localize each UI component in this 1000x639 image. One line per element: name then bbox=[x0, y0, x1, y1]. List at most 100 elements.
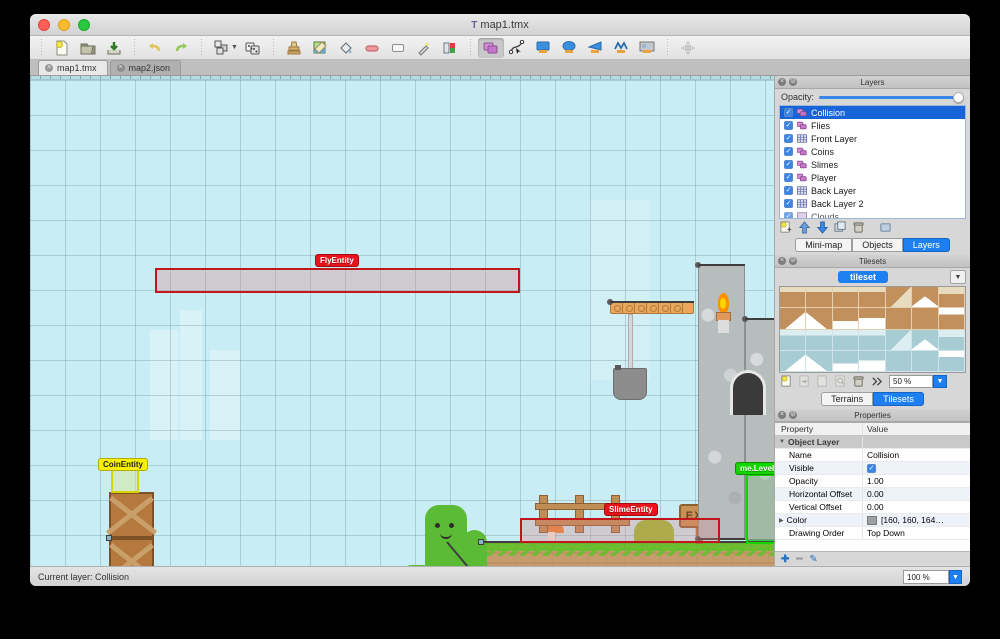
zoom-input[interactable]: 100 % bbox=[903, 569, 949, 584]
object-label-slime[interactable]: SlimeEntity bbox=[604, 503, 658, 516]
tile-cell[interactable] bbox=[859, 287, 886, 309]
tileset-zoom-input[interactable]: 50 % bbox=[889, 375, 933, 388]
insert-tile-button[interactable] bbox=[634, 38, 660, 58]
tile-cell[interactable] bbox=[912, 287, 939, 309]
property-value[interactable]: Top Down bbox=[863, 527, 970, 539]
tile-cell[interactable] bbox=[859, 308, 886, 330]
new-map-button[interactable] bbox=[49, 38, 75, 58]
properties-group-row[interactable]: ▼ Object Layer bbox=[775, 436, 970, 449]
rectangle-select-button[interactable] bbox=[385, 38, 411, 58]
tileset-tile-grid[interactable] bbox=[779, 286, 966, 373]
tile-cell[interactable] bbox=[780, 350, 807, 372]
magic-wand-button[interactable] bbox=[411, 38, 437, 58]
lower-layer-button[interactable] bbox=[815, 221, 830, 235]
tile-cell[interactable] bbox=[938, 350, 965, 372]
layer-row-back-layer-2[interactable]: ✓ Back Layer 2 bbox=[780, 197, 965, 210]
layer-visible-checkbox[interactable]: ✓ bbox=[784, 147, 793, 156]
open-button[interactable] bbox=[75, 38, 101, 58]
terrain-brush-button[interactable] bbox=[307, 38, 333, 58]
slider-knob[interactable] bbox=[953, 91, 964, 103]
remove-property-button[interactable]: ━ bbox=[796, 554, 802, 565]
layer-row-player[interactable]: ✓ Player bbox=[780, 171, 965, 184]
tile-cell[interactable] bbox=[806, 308, 833, 330]
property-row-opacity[interactable]: Opacity 1.00 bbox=[775, 475, 970, 488]
rename-property-button[interactable]: ✎ bbox=[809, 554, 817, 565]
opacity-slider[interactable] bbox=[819, 91, 964, 103]
delete-layer-button[interactable] bbox=[851, 221, 866, 235]
chevron-right-icon[interactable]: ▶ bbox=[779, 517, 784, 524]
save-button[interactable] bbox=[101, 38, 127, 58]
tile-cell[interactable] bbox=[859, 350, 886, 372]
fly-entity-object[interactable] bbox=[155, 268, 520, 293]
property-row-vertical-offset[interactable]: Vertical Offset 0.00 bbox=[775, 501, 970, 514]
select-same-tile-button[interactable] bbox=[437, 38, 463, 58]
tileset-dropdown-button[interactable]: ▼ bbox=[949, 270, 966, 284]
object-label-fly[interactable]: FlyEntity bbox=[315, 254, 359, 267]
layer-row-slimes[interactable]: ✓ Slimes bbox=[780, 158, 965, 171]
tile-cell[interactable] bbox=[938, 308, 965, 330]
layer-visible-checkbox[interactable]: ✓ bbox=[784, 134, 793, 143]
select-objects-button[interactable] bbox=[477, 37, 504, 58]
insert-ellipse-button[interactable] bbox=[556, 38, 582, 58]
map-canvas[interactable]: EXIT bbox=[30, 80, 774, 566]
bucket-fill-button[interactable] bbox=[333, 38, 359, 58]
tile-cell[interactable] bbox=[885, 287, 913, 309]
layer-row-clouds[interactable]: ✓ Clouds bbox=[780, 210, 965, 218]
object-label-coin[interactable]: CoinEntity bbox=[98, 458, 148, 471]
tile-cell[interactable] bbox=[780, 308, 807, 330]
inspect-tileset-button[interactable] bbox=[833, 375, 848, 389]
layer-visible-checkbox[interactable]: ✓ bbox=[784, 212, 793, 218]
more-options-button[interactable] bbox=[869, 375, 884, 389]
layer-visible-checkbox[interactable]: ✓ bbox=[784, 186, 793, 195]
tile-cell[interactable] bbox=[780, 329, 807, 351]
property-row-horizontal-offset[interactable]: Horizontal Offset 0.00 bbox=[775, 488, 970, 501]
tab-tilesets[interactable]: Tilesets bbox=[873, 392, 924, 406]
insert-polygon-button[interactable] bbox=[582, 38, 608, 58]
tile-cell[interactable] bbox=[832, 329, 860, 351]
property-row-visible[interactable]: Visible ✓ bbox=[775, 462, 970, 475]
map-view[interactable]: EXIT bbox=[30, 76, 774, 566]
tile-cell[interactable] bbox=[806, 329, 833, 351]
tab-layers[interactable]: Layers bbox=[902, 238, 950, 252]
raise-layer-button[interactable] bbox=[797, 221, 812, 235]
duplicate-layer-button[interactable] bbox=[833, 221, 848, 235]
document-tab-map1[interactable]: × map1.tmx bbox=[38, 60, 108, 75]
tile-cell[interactable] bbox=[780, 287, 807, 309]
slime-entity-object[interactable] bbox=[520, 518, 720, 543]
close-tab-icon[interactable]: × bbox=[116, 64, 125, 72]
tile-cell[interactable] bbox=[912, 308, 939, 330]
layer-list[interactable]: ✓ Collision ✓ Flies ✓ Front Layer ✓ Coin… bbox=[779, 105, 966, 219]
tile-cell[interactable] bbox=[885, 350, 913, 372]
tile-cell[interactable] bbox=[832, 350, 860, 372]
tile-cell[interactable] bbox=[912, 350, 939, 372]
tile-cell[interactable] bbox=[859, 329, 886, 351]
layer-visible-checkbox[interactable]: ✓ bbox=[784, 173, 793, 182]
redo-button[interactable] bbox=[168, 38, 194, 58]
color-swatch[interactable] bbox=[867, 515, 877, 525]
tile-cell[interactable] bbox=[806, 350, 833, 372]
close-tab-icon[interactable]: × bbox=[45, 64, 53, 72]
document-tab-map2[interactable]: × map2.json bbox=[109, 60, 182, 75]
object-handle[interactable] bbox=[106, 535, 112, 541]
remove-tileset-button[interactable] bbox=[851, 375, 866, 389]
insert-rectangle-button[interactable] bbox=[530, 38, 556, 58]
layer-row-collision[interactable]: ✓ Collision bbox=[780, 106, 965, 119]
tileset-name-tab[interactable]: tileset bbox=[837, 271, 888, 283]
layer-visible-checkbox[interactable]: ✓ bbox=[784, 121, 793, 130]
visible-checkbox[interactable]: ✓ bbox=[867, 463, 876, 473]
property-value[interactable]: 0.00 bbox=[863, 501, 970, 513]
insert-polyline-button[interactable] bbox=[608, 38, 634, 58]
tile-cell[interactable] bbox=[912, 329, 939, 351]
object-handle[interactable] bbox=[478, 539, 484, 545]
object-label-level[interactable]: me.LevelEntity bbox=[735, 462, 774, 475]
property-value[interactable]: 1.00 bbox=[863, 475, 970, 487]
property-row-drawing-order[interactable]: Drawing Order Top Down bbox=[775, 527, 970, 540]
level-entity-object[interactable] bbox=[746, 474, 774, 544]
tile-cell[interactable] bbox=[832, 287, 860, 309]
tileset-zoom-dropdown[interactable]: ▼ bbox=[933, 375, 947, 388]
new-layer-button[interactable] bbox=[779, 221, 794, 235]
layer-visible-checkbox[interactable]: ✓ bbox=[784, 108, 793, 117]
stamp-brush-button[interactable] bbox=[281, 38, 307, 58]
property-value[interactable]: Collision bbox=[863, 449, 970, 461]
export-tileset-button[interactable] bbox=[815, 375, 830, 389]
